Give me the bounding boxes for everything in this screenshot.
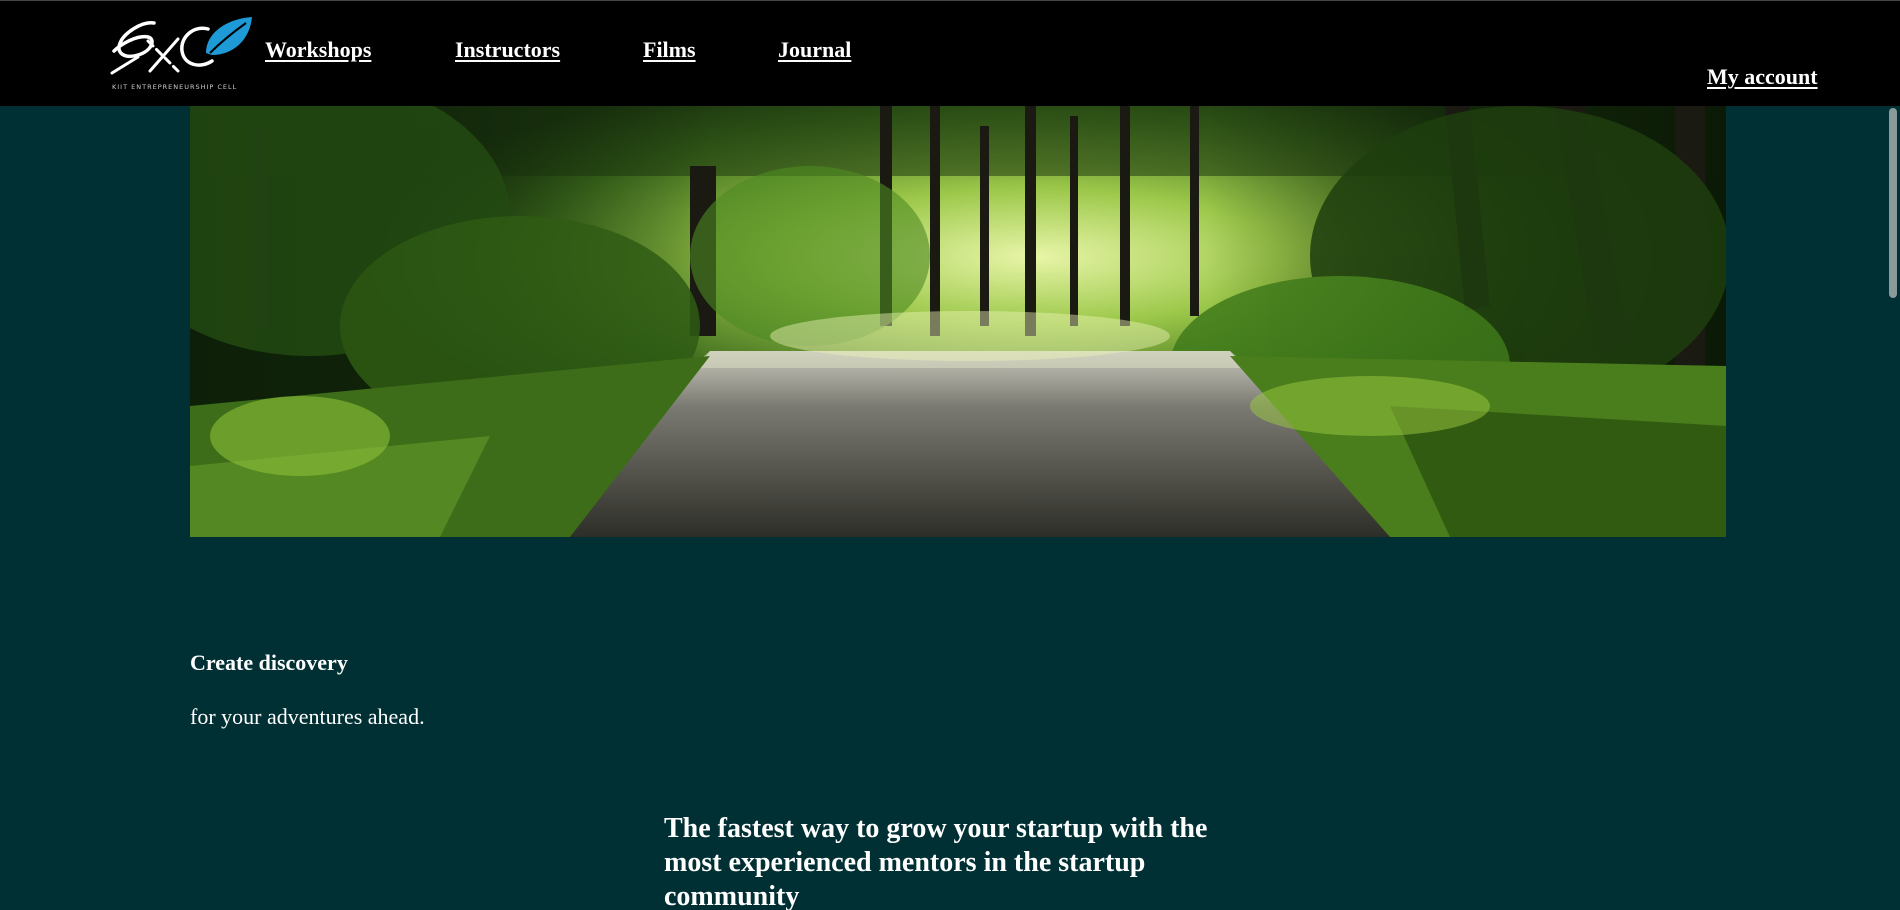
page: KIIT ENTREPRENEURSHIP CELL Workshops Ins… (0, 0, 1900, 910)
hero-image (190, 106, 1726, 537)
forest-road-image (190, 106, 1726, 537)
discovery-subtitle: for your adventures ahead. (190, 704, 425, 729)
ecell-logo[interactable]: KIIT ENTREPRENEURSHIP CELL (108, 13, 254, 95)
nav-instructors[interactable]: Instructors (455, 37, 560, 63)
nav-films[interactable]: Films (643, 37, 696, 63)
scrollbar-thumb[interactable] (1889, 108, 1897, 298)
site-header: KIIT ENTREPRENEURSHIP CELL Workshops Ins… (0, 0, 1900, 106)
logo-caption: KIIT ENTREPRENEURSHIP CELL (112, 83, 238, 91)
tagline-heading: The fastest way to grow your startup wit… (664, 813, 1208, 910)
my-account-link[interactable]: My account (1707, 64, 1818, 90)
nav-workshops[interactable]: Workshops (265, 37, 371, 63)
nav-journal[interactable]: Journal (778, 37, 851, 63)
page-scrollbar[interactable] (1885, 0, 1900, 910)
discovery-title: Create discovery (190, 650, 348, 675)
logo-mark-icon (110, 17, 252, 75)
